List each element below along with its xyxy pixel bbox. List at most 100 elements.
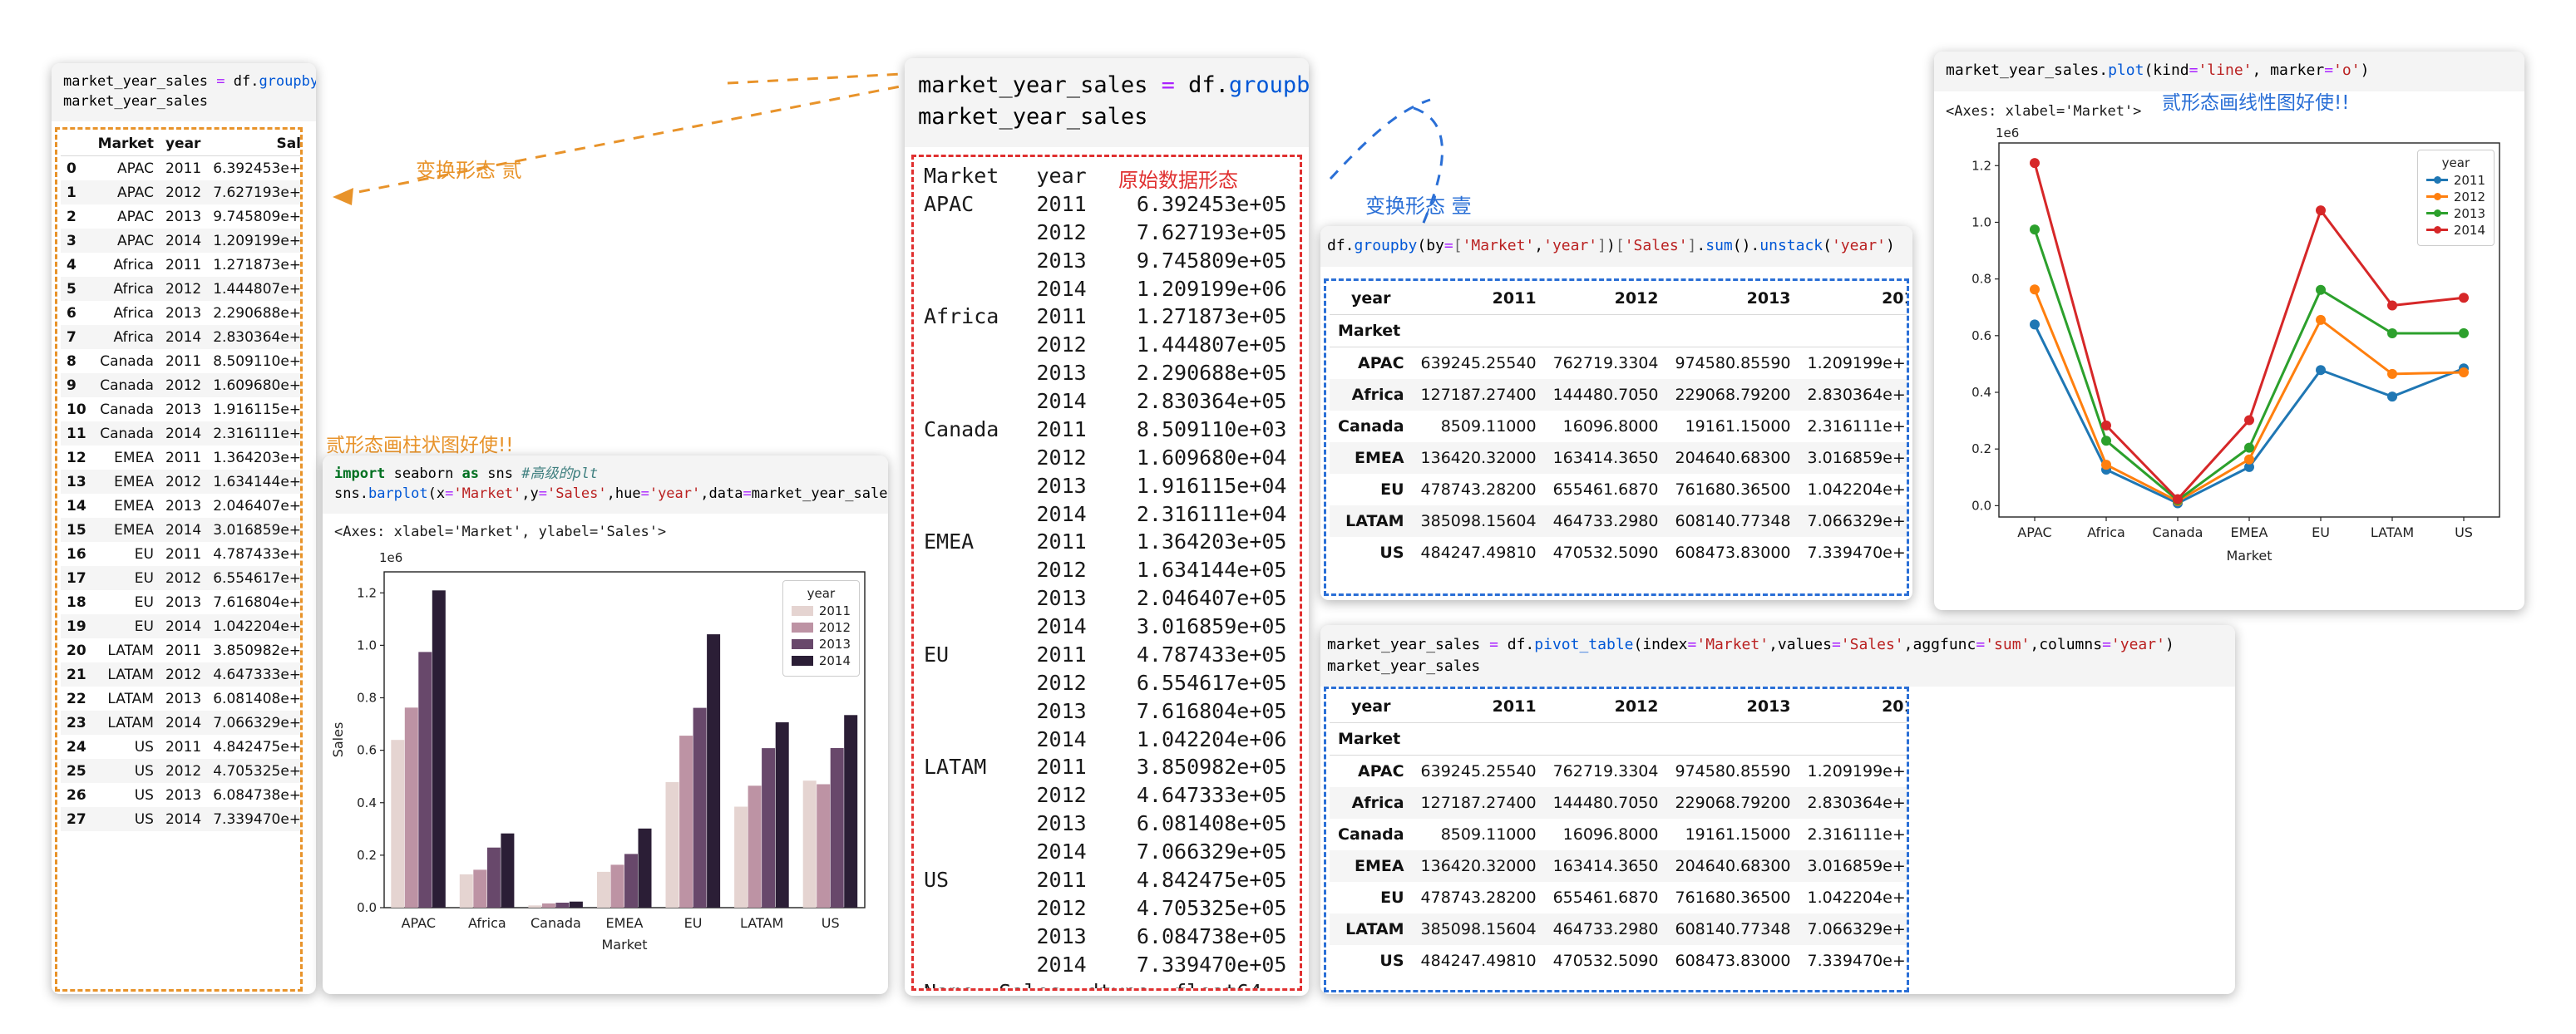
cell: 7.627193e+05 — [207, 180, 303, 204]
column-header-corner: year — [1330, 691, 1413, 723]
column-header-market: Market — [92, 131, 160, 156]
cell: 2011 — [160, 735, 207, 759]
table-body: 0APAC20116.392453e+051APAC20127.627193e+… — [61, 156, 303, 832]
cell: 2012 — [160, 566, 207, 590]
cell: 761680.36500 — [1667, 882, 1799, 913]
cell: 6.081408e+05 — [207, 687, 303, 711]
spacer-cell — [1413, 315, 1545, 347]
cell: Canada — [92, 373, 160, 397]
row-index: 10 — [61, 397, 92, 421]
cell: 2013 — [160, 301, 207, 325]
cell: 4.647333e+05 — [207, 662, 303, 687]
cell: 2011 — [160, 156, 207, 181]
annotation-lineplot-note: 贰形态画线性图好使!! — [2162, 86, 2349, 115]
svg-text:US: US — [2455, 524, 2473, 540]
svg-text:Africa: Africa — [2087, 524, 2125, 540]
cell: 655461.6870 — [1545, 474, 1667, 505]
legend-item-2012: 2012 — [792, 620, 851, 635]
cell: 229068.79200 — [1667, 787, 1799, 819]
cell: 1.042204e+06 — [207, 614, 303, 638]
dataframe-reset-index: MarketyearSales 0APAC20116.392453e+051AP… — [55, 127, 303, 992]
table-row: EU478743.28200655461.6870761680.365001.0… — [1330, 474, 1909, 505]
code-cell-reset-index[interactable]: market_year_sales = df.groupby(by=['Mark… — [52, 63, 316, 121]
cell: 2011 — [160, 542, 207, 566]
code-cell-groupby-series[interactable]: market_year_sales = df.groupby(by=['Mark… — [905, 58, 1309, 147]
table-row: EU478743.28200655461.6870761680.365001.0… — [1330, 882, 1909, 913]
code-text-unstack: df.groupby(by=['Market','year'])['Sales'… — [1327, 237, 1895, 254]
cell: 974580.85590 — [1667, 756, 1799, 788]
cell: 1.916115e+04 — [207, 397, 303, 421]
bar-chart-legend: year2011201220132014 — [782, 580, 860, 677]
table-body: MarketAPAC639245.25540762719.3304974580.… — [1330, 315, 1909, 569]
table-pivot: year2011201220132014 MarketAPAC639245.25… — [1330, 691, 1909, 977]
cell: 608140.77348 — [1667, 913, 1799, 945]
svg-text:EU: EU — [684, 915, 703, 931]
spacer-cell — [1545, 723, 1667, 756]
row-index: Canada — [1330, 819, 1413, 850]
cell: 484247.49810 — [1413, 537, 1545, 569]
table-row: Canada8509.1100016096.800019161.150002.3… — [1330, 411, 1909, 442]
cell: LATAM — [92, 711, 160, 735]
cell: 2.830364e+05 — [1799, 379, 1909, 411]
legend-title: year — [2426, 155, 2485, 170]
cell: US — [92, 783, 160, 807]
cell: 2.830364e+05 — [207, 325, 303, 349]
cell: 2.316111e+04 — [1799, 819, 1909, 850]
legend-label: 2013 — [819, 637, 851, 652]
svg-text:0.4: 0.4 — [357, 795, 377, 810]
row-index: 15 — [61, 518, 92, 542]
row-index: EMEA — [1330, 442, 1413, 474]
cell: Africa — [92, 253, 160, 277]
cell: 2012 — [160, 470, 207, 494]
column-header-year: year — [160, 131, 207, 156]
row-index: 21 — [61, 662, 92, 687]
cell: 127187.27400 — [1413, 379, 1545, 411]
annotation-transform-2: 变换形态 贰 — [416, 154, 522, 183]
cell: 4.705325e+05 — [207, 759, 303, 783]
annotation-barplot-note: 贰形态画柱状图好使!! — [326, 429, 513, 457]
cell: LATAM — [92, 687, 160, 711]
cell: 16096.8000 — [1545, 819, 1667, 850]
cell: 1.364203e+05 — [207, 446, 303, 470]
column-header-corner: year — [1330, 283, 1413, 315]
cell: 2.830364e+05 — [1799, 787, 1909, 819]
series-output-region: Market year APAC 2011 6.392453e+05 2012 … — [911, 155, 1302, 991]
cell: 4.787433e+05 — [207, 542, 303, 566]
table-reset-index: MarketyearSales 0APAC20116.392453e+051AP… — [61, 131, 303, 831]
svg-text:Market: Market — [602, 937, 648, 953]
series-body: APAC 2011 6.392453e+05 2012 7.627193e+05… — [924, 190, 1300, 979]
row-index: 7 — [61, 325, 92, 349]
svg-text:Sales: Sales — [330, 722, 346, 758]
table-header-row: year2011201220132014 — [1330, 283, 1909, 315]
cell: LATAM — [92, 638, 160, 662]
cell: 470532.5090 — [1545, 945, 1667, 977]
legend-label: 2012 — [819, 620, 851, 635]
cell: EU — [92, 566, 160, 590]
orange-arrowhead — [333, 188, 353, 205]
row-index: 6 — [61, 301, 92, 325]
cell: 8.509110e+03 — [207, 349, 303, 373]
code-cell-lineplot[interactable]: market_year_sales.plot(kind='line', mark… — [1934, 52, 2524, 91]
cell: 1.634144e+05 — [207, 470, 303, 494]
svg-text:APAC: APAC — [2017, 524, 2051, 540]
code-cell-unstack[interactable]: df.groupby(by=['Market','year'])['Sales'… — [1320, 226, 1912, 267]
table-row: US484247.49810470532.5090608473.830007.3… — [1330, 945, 1909, 977]
code-cell-barplot[interactable]: import seaborn as sns #高级的plt sns.barplo… — [323, 455, 888, 514]
row-index: 9 — [61, 373, 92, 397]
legend-swatch — [792, 623, 813, 633]
cell: 2014 — [160, 807, 207, 831]
table-row: 13EMEA20121.634144e+05 — [61, 470, 303, 494]
svg-text:1e6: 1e6 — [379, 550, 402, 565]
svg-text:0.6: 0.6 — [357, 743, 377, 758]
row-index: EU — [1330, 882, 1413, 913]
svg-text:US: US — [822, 915, 840, 931]
code-cell-pivot-table[interactable]: market_year_sales = df.pivot_table(index… — [1320, 625, 2235, 687]
cell: 639245.25540 — [1413, 347, 1545, 380]
table-row: EMEA136420.32000163414.3650204640.683003… — [1330, 850, 1909, 882]
table-header-row: year2011201220132014 — [1330, 691, 1909, 723]
cell: Canada — [92, 421, 160, 446]
cell: APAC — [92, 156, 160, 181]
legend-item-2013: 2013 — [792, 637, 851, 652]
svg-text:EMEA: EMEA — [2231, 524, 2268, 540]
row-index: US — [1330, 945, 1413, 977]
